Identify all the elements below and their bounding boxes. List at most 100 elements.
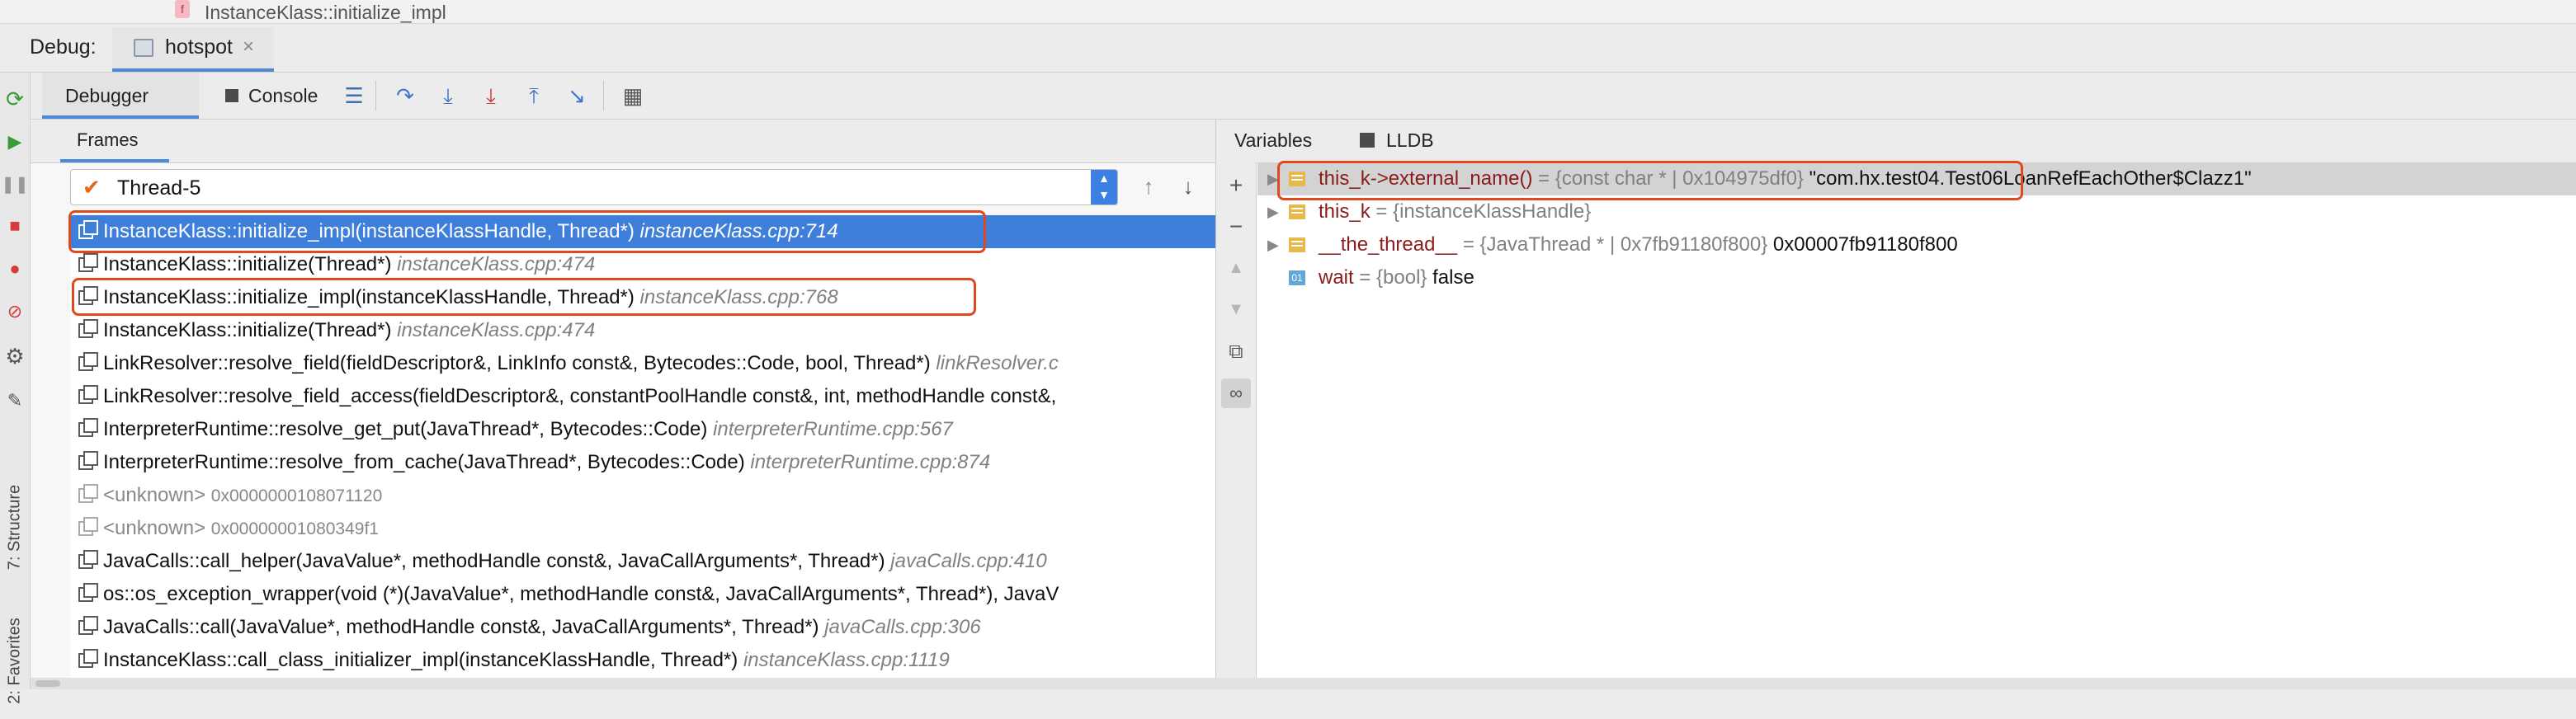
frame-row[interactable]: InstanceKlass::initialize(Thread*) insta… [70, 248, 1215, 281]
frame-name: LinkResolver::resolve_field(fieldDescrip… [103, 352, 931, 374]
frame-icon [83, 550, 98, 565]
chevron-updown-icon[interactable]: ▲ ▼ [1091, 170, 1117, 204]
variable-name: this_k [1319, 200, 1371, 223]
settings-icon[interactable]: ⚙ [0, 341, 30, 371]
copy-icon[interactable]: ⧉ [1221, 337, 1251, 367]
tab-debugger[interactable]: Debugger [42, 73, 199, 119]
tab-variables[interactable]: Variables [1234, 129, 1312, 152]
horizontal-scrollbar[interactable] [31, 678, 2576, 689]
frame-icon [83, 517, 98, 532]
add-watch-icon[interactable]: + [1221, 171, 1251, 200]
frame-name: InstanceKlass::call_class_initializer_im… [103, 649, 738, 671]
favorites-tool-label[interactable]: 2: Favorites [6, 604, 25, 719]
variable-row[interactable]: ▶ __the_thread__ = {JavaThread * | 0x7fb… [1257, 228, 2576, 261]
field-icon [1289, 237, 1305, 252]
variable-row[interactable]: ▶ this_k = {instanceKlassHandle} [1257, 195, 2576, 228]
session-tab-label: hotspot [165, 35, 234, 59]
pause-icon[interactable]: ❚❚ [0, 170, 30, 200]
move-up-icon[interactable]: ▲ [1221, 253, 1251, 283]
tab-lldb[interactable]: LLDB [1360, 129, 1434, 152]
annotation-highlight [68, 210, 986, 253]
annotation-highlight [72, 278, 976, 316]
rerun-icon[interactable]: ⟳ [0, 84, 30, 114]
frame-row[interactable]: InterpreterRuntime::resolve_from_cache(J… [70, 446, 1215, 479]
frame-name: InterpreterRuntime::resolve_from_cache(J… [103, 451, 745, 473]
variable-type: = {JavaThread * | 0x7fb91180f800} [1457, 233, 1768, 256]
frame-location: interpreterRuntime.cpp:874 [750, 451, 991, 473]
frame-icon [83, 319, 98, 334]
frame-icon [83, 418, 98, 433]
force-step-into-icon[interactable]: ⤓ [476, 81, 506, 110]
step-into-icon[interactable]: ⤓ [433, 81, 463, 110]
structure-tool-label[interactable]: 7: Structure [6, 470, 25, 585]
arrow-up-icon[interactable]: ↑ [1135, 172, 1163, 200]
frame-location: interpreterRuntime.cpp:567 [713, 418, 953, 440]
session-tab-hotspot[interactable]: hotspot × [112, 27, 274, 72]
scrollbar-thumb[interactable] [35, 680, 60, 687]
expand-arrow-icon[interactable]: ▶ [1267, 228, 1279, 261]
arrow-down-icon[interactable]: ↓ [1174, 172, 1202, 200]
close-icon[interactable]: × [243, 35, 254, 59]
debug-label: Debug: [30, 35, 97, 59]
frame-icon [83, 253, 98, 268]
frame-row[interactable]: InstanceKlass::call_class_initializer_im… [70, 644, 1215, 677]
frame-icon [83, 583, 98, 598]
stop-icon[interactable]: ■ [0, 211, 30, 241]
remove-watch-icon[interactable]: − [1221, 212, 1251, 242]
thread-select-value: Thread-5 [117, 176, 201, 200]
run-to-cursor-icon[interactable]: ↘ [562, 81, 592, 110]
debug-side-toolbar: ⟳ ▶ ❚❚ ■ ● ⊘ ⚙ ✎ 7: Structure 2: Favorit… [0, 73, 31, 704]
variable-value: false [1427, 266, 1474, 289]
frame-row[interactable]: <unknown> 0x0000000108071120 [70, 479, 1215, 512]
variable-type: = {instanceKlassHandle} [1370, 200, 1592, 223]
pin-icon[interactable]: ✎ [0, 386, 30, 416]
frame-row[interactable]: <unknown> 0x00000001080349f1 [70, 512, 1215, 545]
frame-row[interactable]: InstanceKlass::initialize(Thread*) insta… [70, 314, 1215, 347]
frame-location: 0x00000001080349f1 [210, 519, 379, 538]
frame-icon [83, 484, 98, 499]
frame-row[interactable]: LinkResolver::resolve_field(fieldDescrip… [70, 347, 1215, 380]
frame-location: javaCalls.cpp:306 [824, 616, 981, 638]
lldb-tab-label: LLDB [1386, 129, 1434, 151]
variables-pane: Variables LLDB + − ▲ ▼ ⧉ ∞ ▶ this_k->ext… [1216, 120, 2576, 689]
breadcrumb: f InstanceKlass::initialize_impl [0, 0, 2576, 24]
frame-row[interactable]: LinkResolver::resolve_field_access(field… [70, 380, 1215, 413]
thread-select[interactable]: ✔ Thread-5 ▲ ▼ [70, 169, 1118, 205]
variables-header: Variables LLDB [1216, 120, 2576, 163]
frame-name: InstanceKlass::initialize(Thread*) [103, 253, 392, 275]
app-window-icon [134, 39, 153, 57]
evaluate-expression-icon[interactable]: ▦ [618, 81, 648, 110]
resume-icon[interactable]: ▶ [0, 127, 30, 157]
step-out-icon[interactable]: ⤒ [519, 81, 549, 110]
frame-name: JavaCalls::call(JavaValue*, methodHandle… [103, 616, 819, 638]
debugger-toolbar: Debugger Console ☰ ↷ ⤓ ⤓ ⤒ ↘ ▦ [31, 73, 2576, 120]
frame-location: instanceKlass.cpp:474 [397, 319, 596, 341]
frame-row[interactable]: InterpreterRuntime::resolve_get_put(Java… [70, 413, 1215, 446]
console-tab-label: Console [248, 85, 318, 106]
frame-icon [83, 385, 98, 400]
move-down-icon[interactable]: ▼ [1221, 294, 1251, 324]
frame-location: javaCalls.cpp:410 [890, 550, 1047, 572]
check-icon: ✔ [83, 175, 101, 200]
breadcrumb-label[interactable]: InstanceKlass::initialize_impl [205, 2, 446, 24]
mute-breakpoints-icon[interactable]: ⊘ [0, 297, 30, 327]
glasses-icon[interactable]: ∞ [1221, 378, 1251, 408]
show-execution-point-icon[interactable]: ☰ [339, 81, 369, 110]
step-over-icon[interactable]: ↷ [390, 81, 420, 110]
frame-location: linkResolver.c [936, 352, 1059, 374]
annotation-highlight [1277, 161, 2023, 200]
frame-row[interactable]: JavaCalls::call(JavaValue*, methodHandle… [70, 611, 1215, 644]
variables-list: ▶ this_k->external_name() = {const char … [1257, 162, 2576, 689]
frame-row[interactable]: os::os_exception_wrapper(void (*)(JavaVa… [70, 578, 1215, 611]
tab-frames[interactable]: Frames [60, 120, 169, 162]
function-icon: f [175, 0, 190, 18]
expand-arrow-icon[interactable]: ▶ [1267, 195, 1279, 228]
variable-row[interactable]: 01 wait = {bool} false [1257, 261, 2576, 294]
frame-name: InstanceKlass::initialize(Thread*) [103, 319, 392, 341]
frames-pane: Frames ✔ Thread-5 ▲ ▼ ↑ ↓ InstanceKlass::… [31, 120, 1216, 689]
view-breakpoints-icon[interactable]: ● [0, 254, 30, 284]
frame-row[interactable]: JavaCalls::call_helper(JavaValue*, metho… [70, 545, 1215, 578]
frame-icon [83, 649, 98, 664]
debug-session-bar: Debug: hotspot × [0, 24, 2576, 73]
console-icon [1360, 133, 1375, 148]
